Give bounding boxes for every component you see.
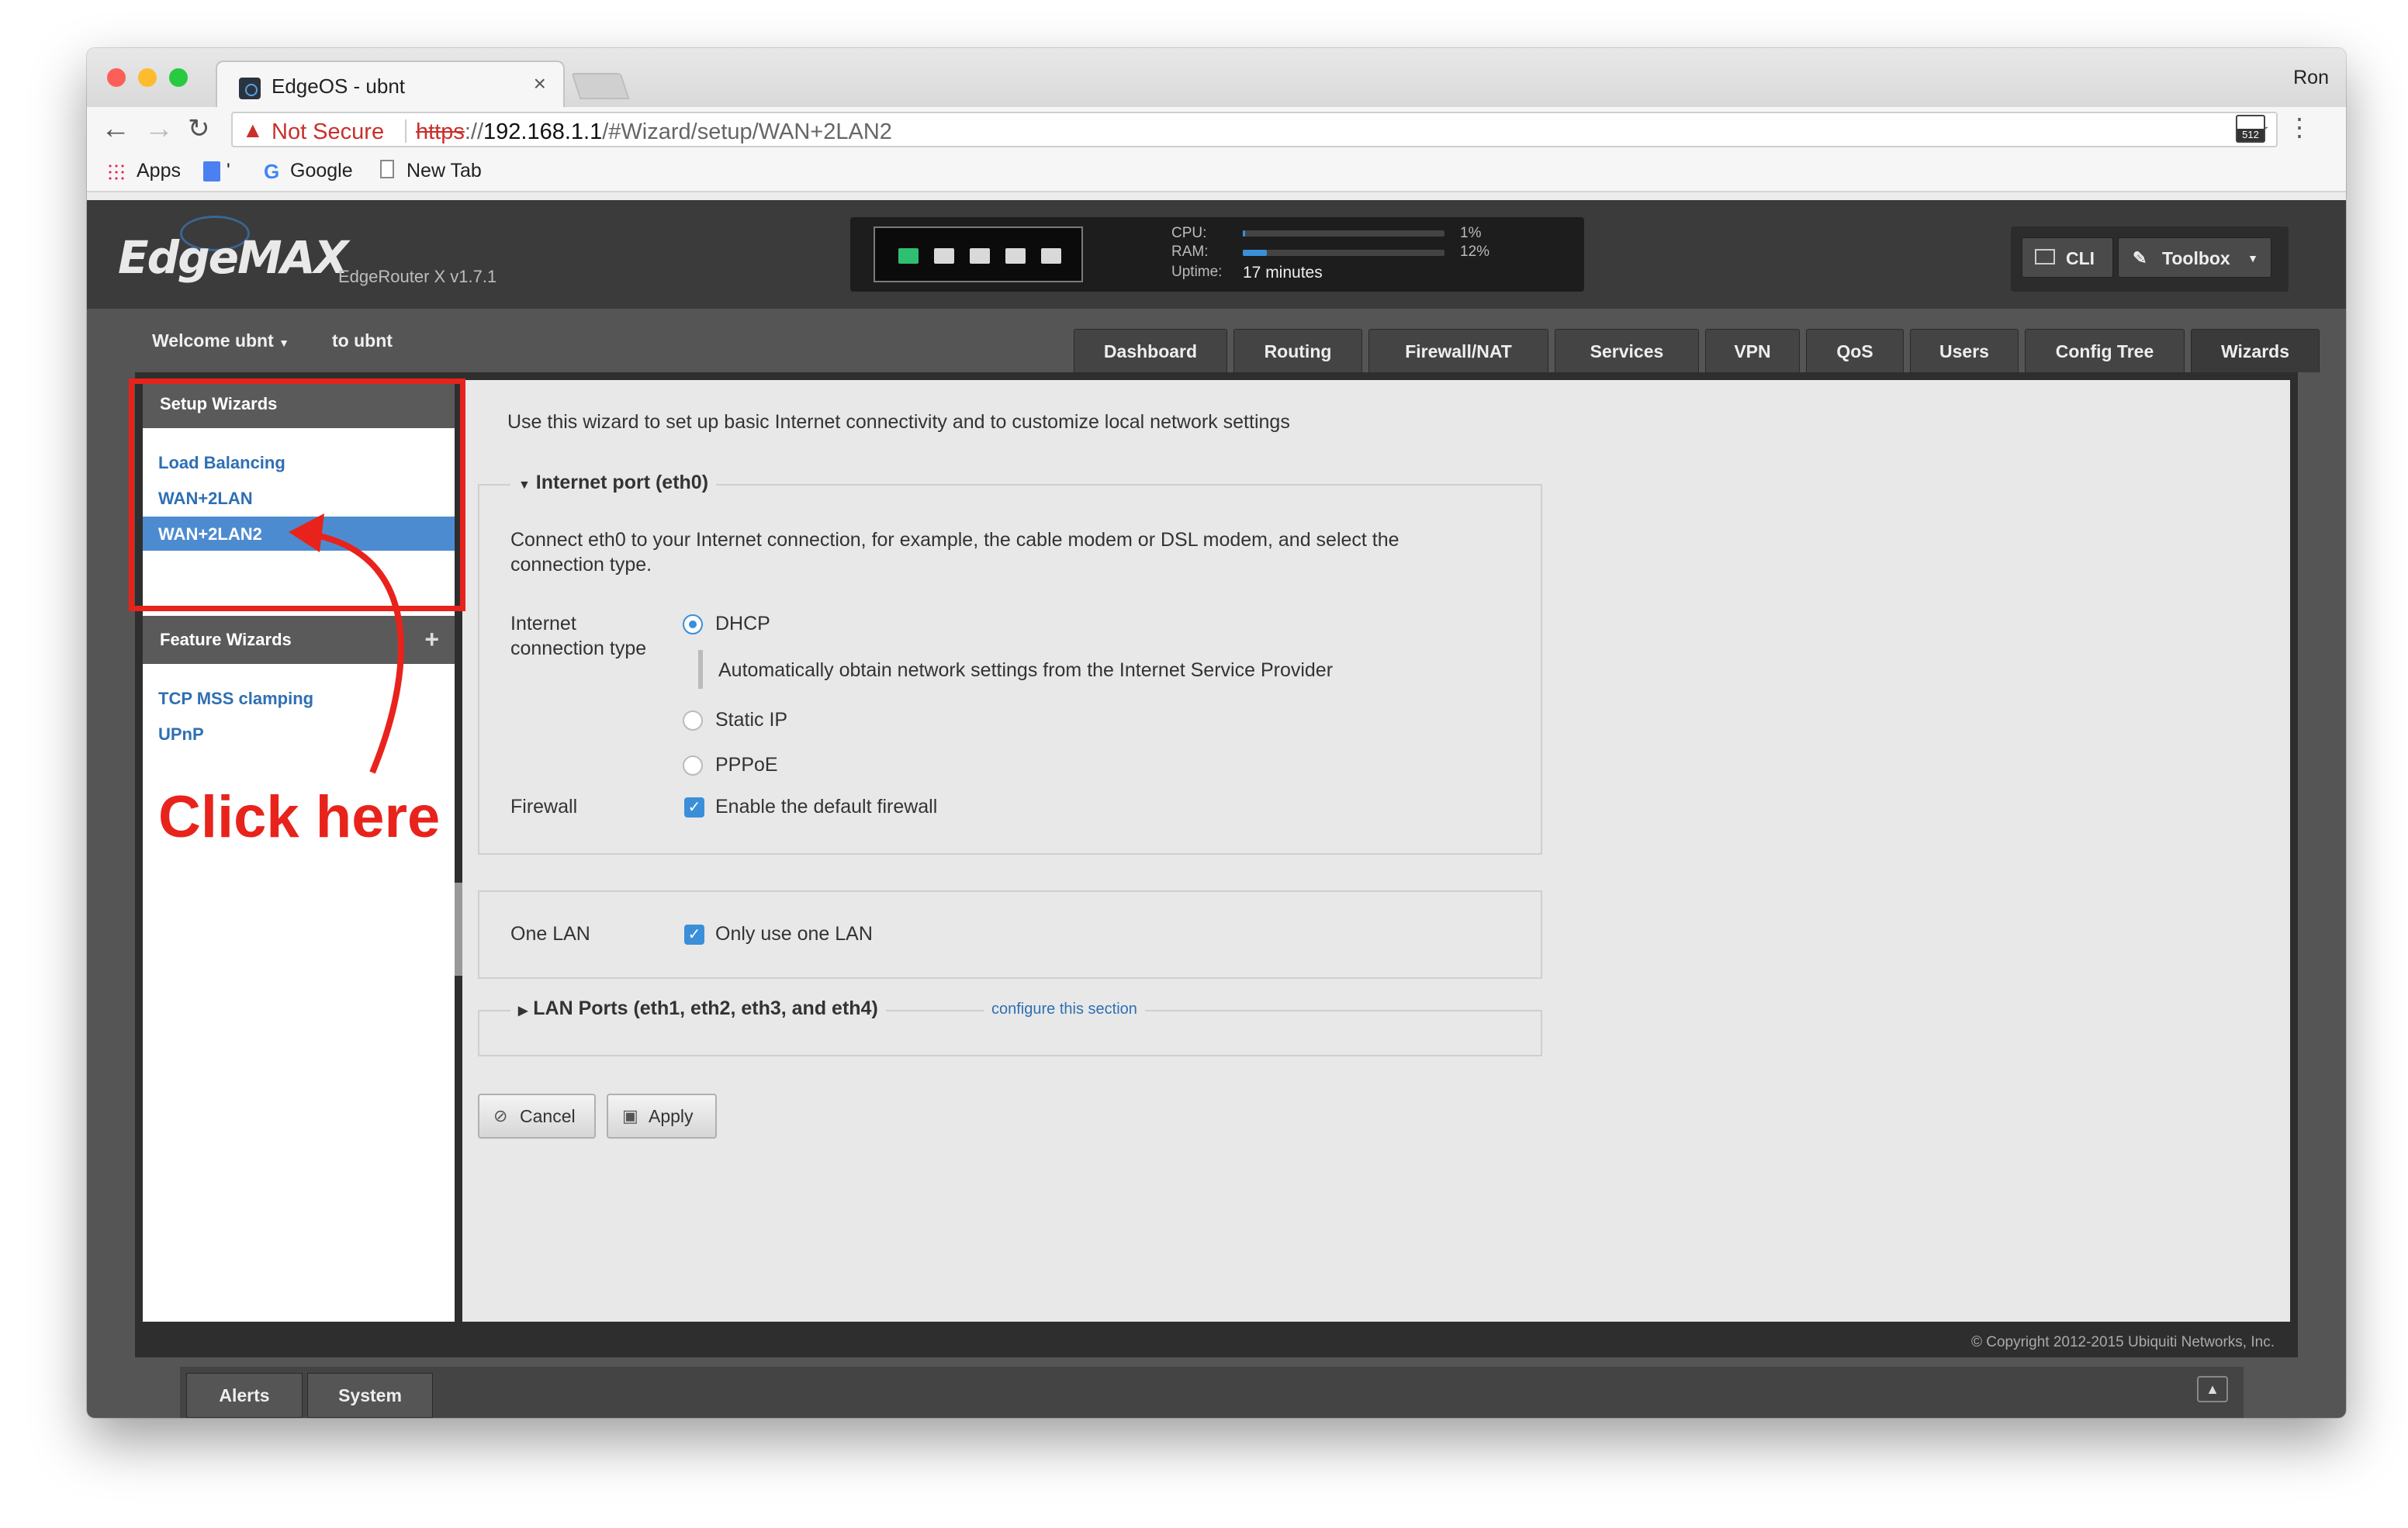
annotation-arrow (289, 513, 404, 774)
annotation-label: Click here (158, 784, 441, 850)
annotation-arrow-head (289, 513, 324, 552)
annotation-arrow-line (294, 529, 404, 774)
